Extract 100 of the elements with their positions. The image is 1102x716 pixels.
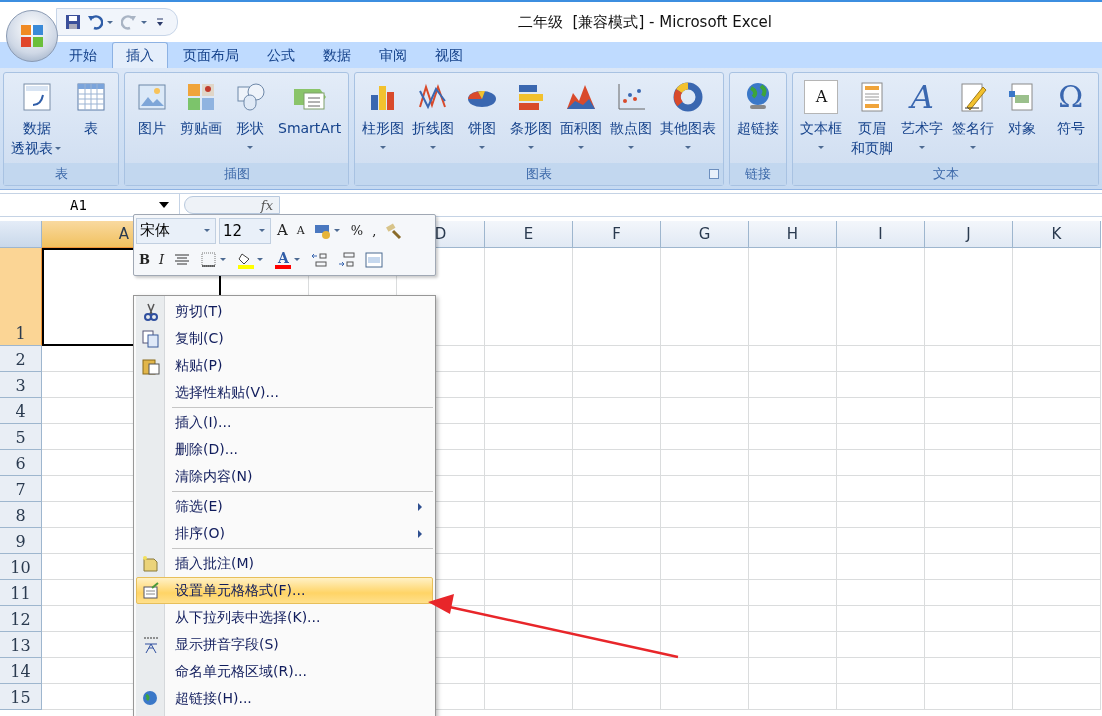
ribbon-button[interactable]: SmartArt <box>275 76 345 163</box>
grow-font-icon: A <box>277 223 288 238</box>
column-header[interactable]: G <box>661 221 749 248</box>
row-header[interactable]: 10 <box>0 554 42 580</box>
ribbon-button[interactable]: A 文本框 <box>797 76 846 163</box>
globe-icon <box>142 689 160 708</box>
row-header[interactable]: 5 <box>0 424 42 450</box>
ribbon-tab[interactable]: 开始 <box>56 44 110 68</box>
bold-icon: B <box>139 253 150 266</box>
ribbon-button[interactable]: 数据 透视表 <box>8 76 66 163</box>
ribbon-button[interactable]: 柱形图 <box>359 76 408 163</box>
group-label: 插图 <box>223 165 250 183</box>
menu-item[interactable]: 从下拉列表中选择(K)... <box>136 604 433 631</box>
ribbon-button[interactable]: 页眉 和页脚 <box>847 76 896 163</box>
office-logo-icon <box>19 23 45 49</box>
ribbon-button[interactable]: 表 <box>68 76 114 163</box>
select-all-corner[interactable] <box>0 221 42 248</box>
ribbon-button[interactable]: 超链接 <box>734 76 783 163</box>
shapes-icon <box>234 81 266 113</box>
menu-item[interactable]: 超链接(H)... <box>136 685 433 712</box>
font-size-field[interactable]: 12 <box>219 217 271 244</box>
row-header[interactable]: 12 <box>0 606 42 632</box>
increase-decimal-icon <box>311 250 330 269</box>
ribbon-button[interactable]: Ω 符号 <box>1047 76 1094 163</box>
ribbon-button[interactable]: 图片 <box>129 76 175 163</box>
scatter-chart-icon <box>615 81 648 113</box>
row-header[interactable]: 1 <box>0 248 42 346</box>
row-header[interactable]: 2 <box>0 346 42 372</box>
format-painter-icon <box>385 221 404 240</box>
menu-item[interactable]: 删除(D)... <box>136 436 433 463</box>
menu-item[interactable]: 清除内容(N) <box>136 463 433 490</box>
row-header[interactable]: 3 <box>0 372 42 398</box>
menu-item[interactable]: 设置单元格格式(F)... <box>136 577 433 604</box>
menu-item[interactable]: 选择性粘贴(V)... <box>136 379 433 406</box>
row-header[interactable]: 9 <box>0 528 42 554</box>
ribbon-button[interactable]: 签名行 <box>948 76 997 163</box>
column-header[interactable]: F <box>573 221 661 248</box>
group-label: 文本 <box>932 165 959 183</box>
column-header[interactable]: J <box>925 221 1013 248</box>
redo-icon <box>121 14 137 30</box>
row-header[interactable]: 14 <box>0 658 42 684</box>
window-title: 二年级 [兼容模式] - Microsoft Excel <box>518 12 772 32</box>
ribbon-tab[interactable]: 页面布局 <box>170 44 252 68</box>
menu-item[interactable]: 插入批注(M) <box>136 550 433 577</box>
ribbon-tab[interactable]: 数据 <box>310 44 364 68</box>
ribbon-button[interactable]: 折线图 <box>409 76 458 163</box>
ribbon-tab[interactable]: 插入 <box>112 42 168 68</box>
menu-item[interactable]: 显示拼音字段(S) <box>136 631 433 658</box>
menu-item[interactable]: 剪切(T) <box>136 298 433 325</box>
row-header[interactable]: 8 <box>0 502 42 528</box>
merge-center-icon <box>365 250 384 269</box>
ribbon-tab[interactable]: 视图 <box>422 44 476 68</box>
column-header[interactable]: K <box>1013 221 1101 248</box>
ribbon-button[interactable]: 对象 <box>999 76 1046 163</box>
ribbon-button[interactable]: A 艺术字 <box>898 76 947 163</box>
save-icon <box>65 14 81 30</box>
phonetic-icon <box>142 635 160 654</box>
row-header[interactable]: 11 <box>0 580 42 606</box>
donut-chart-icon <box>672 81 705 113</box>
copy-icon <box>142 329 160 348</box>
row-header[interactable]: 7 <box>0 476 42 502</box>
row-header[interactable]: 15 <box>0 684 42 710</box>
menu-item[interactable]: 排序(O) <box>136 520 433 547</box>
format-cells-icon <box>142 581 160 600</box>
font-field[interactable]: 宋体 <box>136 217 216 244</box>
shrink-font-icon: A <box>296 225 305 236</box>
menu-item[interactable]: 筛选(E) <box>136 493 433 520</box>
ribbon-button[interactable]: 条形图 <box>507 76 556 163</box>
ribbon-button[interactable]: 形状 <box>227 76 273 163</box>
row-header[interactable]: 13 <box>0 632 42 658</box>
office-button[interactable] <box>6 10 58 62</box>
dialog-launcher-icon[interactable] <box>709 169 720 179</box>
ribbon-tab[interactable]: 公式 <box>254 44 308 68</box>
ribbon-button[interactable]: 剪贴画 <box>177 76 225 163</box>
ribbon-button[interactable]: 散点图 <box>607 76 656 163</box>
ribbon-button[interactable]: 面积图 <box>557 76 606 163</box>
menu-item[interactable]: 命名单元格区域(R)... <box>136 658 433 685</box>
paste-icon <box>142 356 160 375</box>
menu-item[interactable]: 插入(I)... <box>136 409 433 436</box>
ribbon-button[interactable]: 其他图表 <box>657 76 720 163</box>
row-header[interactable]: 4 <box>0 398 42 424</box>
formula-button[interactable]: fx <box>184 196 280 214</box>
menu-item[interactable]: 复制(C) <box>136 325 433 352</box>
row-header[interactable]: 6 <box>0 450 42 476</box>
clipart-icon <box>185 81 217 113</box>
italic-icon: I <box>159 253 165 266</box>
format-symbol: % <box>350 224 364 237</box>
textbox-icon: A <box>804 80 839 114</box>
pivot-table-icon <box>21 81 53 113</box>
ribbon-button[interactable]: 饼图 <box>459 76 506 163</box>
group-label: 图表 <box>526 165 553 183</box>
picture-icon <box>136 81 168 113</box>
column-header[interactable]: E <box>485 221 573 248</box>
undo-icon <box>87 14 103 30</box>
column-header[interactable]: I <box>837 221 925 248</box>
ribbon-tab[interactable]: 审阅 <box>366 44 420 68</box>
menu-item[interactable]: 粘贴(P) <box>136 352 433 379</box>
column-header[interactable]: H <box>749 221 837 248</box>
table-icon <box>75 81 107 113</box>
borders-icon <box>200 250 219 269</box>
